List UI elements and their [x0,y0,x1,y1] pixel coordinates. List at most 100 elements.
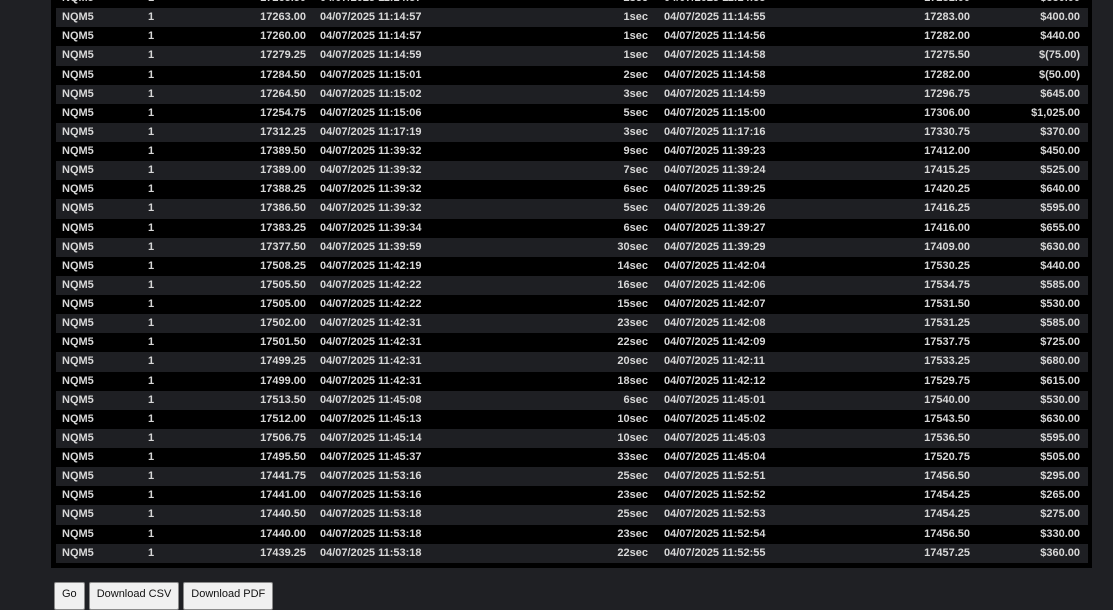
exit-price-cell: 17440.50 [260,508,306,521]
exit-price-cell: 17284.50 [260,68,306,81]
quantity-cell: 1 [148,527,155,540]
duration-cell: 25sec [617,470,648,483]
entry-price-cell: 17415.25 [924,164,970,177]
entry-price-cell: 17296.75 [924,87,970,100]
symbol-cell: NQM5 [62,374,94,387]
entry-time-cell: 04/07/2025 11:14:58 [664,49,766,62]
symbol-cell: NQM5 [62,298,94,311]
entry-price-cell: 17330.75 [924,125,970,138]
pnl-cell: $1,025.00 [1031,106,1080,119]
duration-cell: 10sec [617,431,648,444]
exit-price-cell: 17505.00 [260,298,306,311]
trade-row: NQM5 1 17441.00 04/07/2025 11:53:16 23sec 04/… [56,486,1088,506]
duration-cell: 23sec [617,527,648,540]
symbol-cell: NQM5 [62,527,94,540]
entry-price-cell: 17531.25 [924,317,970,330]
entry-price-cell: 17533.25 [924,355,970,368]
duration-cell: 30sec [617,240,648,253]
entry-time-cell: 04/07/2025 11:52:53 [664,508,766,521]
exit-time-cell: 04/07/2025 11:42:19 [320,259,422,272]
entry-price-cell: 17306.00 [924,106,970,119]
trade-row: NQM5 1 17389.00 04/07/2025 11:39:32 7sec 04/0… [56,161,1088,181]
symbol-cell: NQM5 [62,355,94,368]
exit-price-cell: 17389.50 [260,145,306,158]
trade-row: NQM5 1 17502.00 04/07/2025 11:42:31 23sec 04/… [56,314,1088,334]
entry-time-cell: 04/07/2025 11:45:01 [664,393,766,406]
pnl-cell: $725.00 [1040,336,1080,349]
symbol-cell: NQM5 [62,278,94,291]
entry-price-cell: 17530.25 [924,259,970,272]
entry-price-cell: 17416.25 [924,202,970,215]
quantity-cell: 1 [140,0,208,8]
exit-time-cell: 04/07/2025 11:53:18 [320,546,422,559]
exit-price-cell: 17263.00 [260,11,306,24]
entry-price-cell: 17543.50 [924,412,970,425]
pnl-cell: $(50.00) [1039,68,1080,81]
pnl-cell: $530.00 [1040,298,1080,311]
quantity-cell: 1 [148,508,155,521]
exit-time-cell: 04/07/2025 11:42:31 [320,336,422,349]
exit-price-cell: 17502.00 [260,317,306,330]
symbol-cell: NQM5 [62,183,94,196]
trade-row: NQM5 1 17264.50 04/07/2025 11:15:02 3sec 04/0… [56,84,1088,104]
download-csv-button[interactable]: Download CSV [88,582,180,610]
pnl-cell: $440.00 [1040,259,1080,272]
exit-time-cell: 04/07/2025 11:15:01 [320,68,422,81]
download-pdf-button[interactable]: Download PDF [183,582,274,610]
exit-price-cell: 17389.00 [260,164,306,177]
duration-cell: 5sec [623,106,648,119]
entry-time-cell: 04/07/2025 11:39:29 [664,240,766,253]
pnl-cell: $640.00 [1040,183,1080,196]
duration-cell: 3sec [623,125,648,138]
pnl-cell: $595.00 [1040,202,1080,215]
entry-price-cell: 17456.50 [924,470,970,483]
pnl-cell: $360.00 [1040,546,1080,559]
exit-time-cell: 04/07/2025 11:17:19 [320,125,422,138]
exit-price-cell: 17260.00 [260,30,306,43]
duration-cell: 10sec [617,412,648,425]
symbol-cell: NQM5 [62,412,94,425]
symbol-cell: NQM5 [62,489,94,502]
go-button[interactable]: Go [54,582,85,610]
exit-price-cell: 17501.50 [260,336,306,349]
duration-cell: 2sec [470,0,664,8]
trade-row: NQM5 1 17495.50 04/07/2025 11:45:37 33sec 04/… [56,448,1088,468]
entry-price-cell: 17454.25 [924,489,970,502]
trade-row: NQM5 1 17377.50 04/07/2025 11:39:59 30sec 04/… [56,237,1088,257]
exit-time-cell: 04/07/2025 11:45:37 [320,451,422,464]
symbol-cell: NQM5 [62,508,94,521]
quantity-cell: 1 [148,412,155,425]
exit-price-cell: 17312.25 [260,125,306,138]
symbol-cell: NQM5 [62,336,94,349]
entry-time-cell: 04/07/2025 11:42:11 [664,355,765,368]
exit-time-cell: 04/07/2025 11:14:57 [320,0,470,8]
trades-table-body: NQM5117265.5004/07/2025 11:14:572sec04/0… [56,0,1088,563]
trade-row: NQM5 1 17279.25 04/07/2025 11:14:59 1sec 04/0… [56,46,1088,66]
entry-price-cell: 17281.00 [814,0,970,8]
symbol-cell: NQM5 [62,470,94,483]
action-bar: Go Download CSV Download PDF [54,582,274,610]
pnl-cell: $585.00 [1040,317,1080,330]
quantity-cell: 1 [148,278,155,291]
exit-time-cell: 04/07/2025 11:42:31 [320,374,422,387]
entry-time-cell: 04/07/2025 11:52:55 [664,546,766,559]
trade-row: NQM5 1 17508.25 04/07/2025 11:42:19 14sec 04/… [56,256,1088,276]
exit-price-cell: 17265.50 [208,0,320,8]
exit-time-cell: 04/07/2025 11:53:16 [320,470,422,483]
exit-time-cell: 04/07/2025 11:15:02 [320,87,422,100]
quantity-cell: 1 [148,336,155,349]
exit-price-cell: 17254.75 [260,106,306,119]
duration-cell: 16sec [617,278,648,291]
entry-time-cell: 04/07/2025 11:14:55 [664,11,766,24]
pnl-cell: $530.00 [1040,393,1080,406]
symbol-cell: NQM5 [62,30,94,43]
duration-cell: 6sec [623,183,648,196]
entry-time-cell: 04/07/2025 11:14:55 [664,0,814,8]
entry-price-cell: 17275.50 [924,49,970,62]
quantity-cell: 1 [148,202,155,215]
trade-row: NQM5 1 17383.25 04/07/2025 11:39:34 6sec 04/0… [56,218,1088,238]
symbol-cell: NQM5 [62,546,94,559]
quantity-cell: 1 [148,106,155,119]
trade-row: NQM5 1 17499.25 04/07/2025 11:42:31 20sec 04/… [56,352,1088,372]
exit-time-cell: 04/07/2025 11:53:16 [320,489,422,502]
